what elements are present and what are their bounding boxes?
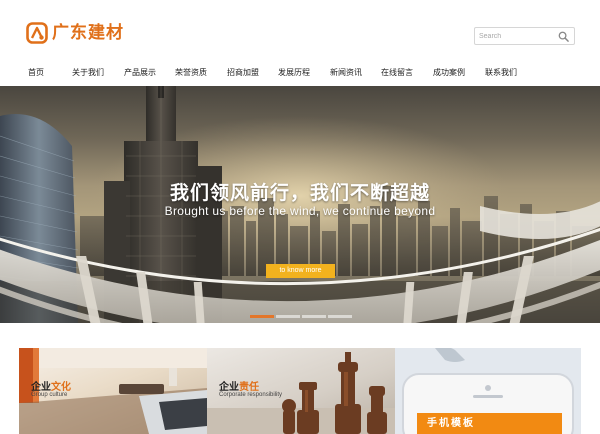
card-subtitle: Group culture (31, 392, 68, 398)
slide-indicator-1[interactable] (250, 315, 274, 318)
nav-item-honors[interactable]: 荣誉资质 (175, 68, 207, 78)
slide-indicator-2[interactable] (276, 315, 300, 318)
card-corporate-responsibility[interactable]: 企业责任 Corporate responsibility (207, 348, 395, 434)
card-title: 企业文化 (31, 382, 71, 393)
search-icon[interactable] (558, 31, 569, 42)
nav-item-cases[interactable]: 成功案例 (433, 68, 465, 78)
mobile-template-label: 手机模板 (417, 413, 562, 434)
nav-item-contact[interactable]: 联系我们 (485, 68, 517, 78)
card-group-culture[interactable]: 企业文化 Group culture (19, 348, 207, 434)
banner-title: 我们领风前行，我们不断超越 (169, 182, 430, 204)
slide-indicator-3[interactable] (302, 315, 326, 318)
site-header: 广东建材 (0, 0, 600, 60)
feature-cards: 企业文化 Group culture 企业责任 Corporate respon… (0, 323, 600, 434)
slide-indicator-4[interactable] (328, 315, 352, 318)
nav-item-home[interactable]: 首页 (28, 68, 44, 78)
logo-mark-icon (26, 22, 48, 44)
search-input[interactable] (479, 29, 557, 43)
nav-item-about[interactable]: 关于我们 (72, 68, 104, 78)
logo-text: 广东建材 (52, 23, 124, 43)
nav-item-franchise[interactable]: 招商加盟 (227, 68, 259, 78)
main-nav: 首页 关于我们 产品展示 荣誉资质 招商加盟 发展历程 新闻资讯 在线留言 成功… (0, 60, 600, 86)
card-mobile-template[interactable]: 手机模板 (395, 348, 581, 434)
site-logo[interactable]: 广东建材 (26, 22, 124, 44)
nav-item-products[interactable]: 产品展示 (124, 68, 156, 78)
slide-indicators (250, 315, 352, 318)
learn-more-button[interactable]: to know more (266, 264, 335, 278)
nav-item-news[interactable]: 新闻资讯 (330, 68, 362, 78)
nav-item-message[interactable]: 在线留言 (381, 68, 413, 78)
card-title: 企业责任 (219, 382, 259, 393)
nav-item-history[interactable]: 发展历程 (278, 68, 310, 78)
hero-banner: 我们领风前行，我们不断超越 Brought us before the wind… (0, 86, 600, 323)
search-box (474, 27, 575, 45)
card-subtitle: Corporate responsibility (219, 392, 283, 398)
banner-subtitle: Brought us before the wind, we continue … (164, 204, 436, 218)
